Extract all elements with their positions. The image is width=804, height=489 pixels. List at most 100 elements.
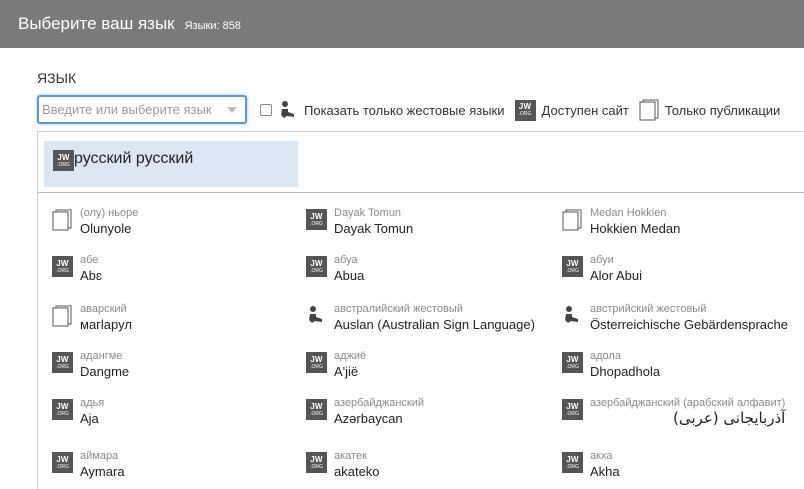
language-item-texts: адья Aja [80,397,104,427]
language-item-icon: JW .ORG [562,397,590,420]
language-item-texts: абуи Alor Abui [590,254,642,284]
language-native-name: адола [590,350,621,362]
language-item[interactable]: JW .ORG абе Abɛ [52,254,102,284]
language-item[interactable]: JW .ORG адья Aja [52,397,104,427]
language-native-name: австрийский жестовый [590,303,707,315]
language-native-name: Medan Hokkien [590,207,667,219]
jw-org-icon: JW .ORG [306,452,327,473]
language-item[interactable]: JW .ORG абуи Alor Abui [562,254,642,284]
language-item-texts: азербайджанский Azərbaycan [334,397,424,427]
language-item-icon [562,207,590,236]
language-name: Azərbaycan [334,411,403,426]
jw-org-icon: JW .ORG [306,209,327,230]
language-name: Aja [80,411,99,426]
language-item[interactable]: JW .ORG Dayak Tomun Dayak Tomun [306,207,413,237]
language-item-texts: адангме Dangme [80,350,129,380]
language-item-icon: JW .ORG [306,350,334,373]
language-item[interactable]: JW .ORG акха Akha [562,450,620,480]
language-item[interactable]: JW .ORG абуа Abua [306,254,364,284]
language-native-name: аварский [80,303,127,315]
sign-language-icon [281,101,294,118]
jw-org-icon: JW .ORG [52,352,73,373]
jw-org-icon: JW .ORG [306,399,327,420]
language-item-icon: JW .ORG [52,254,80,277]
language-native-name: адангме [80,350,123,362]
publication-icon [52,209,72,231]
language-item-texts: акха Akha [590,450,620,480]
selected-name: русский [135,150,194,167]
language-native-name: австралийский жестовый [334,303,463,315]
language-search-input[interactable] [39,102,225,117]
sign-language-icon [565,306,578,323]
filter-sign-only[interactable]: Показать только жестовые языки [260,100,505,120]
language-item-icon: JW .ORG [52,350,80,373]
language-item-icon [306,303,334,330]
language-name: Abɛ [80,268,102,283]
language-label: ЯЗЫК [37,70,77,86]
language-name: A'jië [334,364,359,379]
language-item[interactable]: австралийский жестовый Auslan (Australian… [306,303,535,333]
jw-org-icon: JW .ORG [562,452,583,473]
language-item-icon [562,303,590,330]
language-item[interactable]: JW .ORG аймара Aymara [52,450,125,480]
language-item-texts: австралийский жестовый Auslan (Australian… [334,303,535,333]
language-item-texts: абуа Abua [334,254,364,284]
publication-icon [52,305,72,327]
sign-only-label: Показать только жестовые языки [304,102,505,118]
sign-language-icon [309,306,322,323]
language-item-texts: Dayak Tomun Dayak Tomun [334,207,413,237]
language-item[interactable]: Medan Hokkien Hokkien Medan [562,207,680,237]
jw-org-icon: JW .ORG [53,150,74,171]
language-item[interactable]: аварский магӏарул [52,303,132,333]
page-header: Выберите ваш язык Языки: 858 [0,0,804,48]
language-search-combobox[interactable] [37,95,247,124]
language-item[interactable]: JW .ORG акатек akateko [306,450,380,480]
language-item[interactable]: JW .ORG адангме Dangme [52,350,129,380]
language-native-name: абуи [590,254,614,266]
language-list[interactable]: JW .ORG русский русский (олу) ньоре Olunyo… [37,131,804,489]
language-native-name: акха [590,450,613,462]
filter-site-available[interactable]: JW .ORG Доступен сайт [514,99,629,121]
jw-org-icon: JW .ORG [514,99,536,121]
language-native-name: Dayak Tomun [334,207,402,219]
language-name: Aymara [80,464,125,479]
language-item-icon [52,303,80,332]
chevron-down-icon[interactable] [227,106,237,113]
language-item-icon: JW .ORG [52,397,80,420]
jw-org-icon: JW .ORG [562,399,583,420]
language-item-icon [52,207,80,236]
language-item-texts: Medan Hokkien Hokkien Medan [590,207,680,237]
language-name: Hokkien Medan [590,221,681,236]
language-item-icon: JW .ORG [306,254,334,277]
language-native-name: абе [80,254,99,266]
language-count: Языки: 858 [184,19,241,32]
language-item-texts: акатек akateko [334,450,380,480]
language-item-texts: аварский магӏарул [80,303,132,333]
selected-language[interactable]: JW .ORG русский русский [44,141,298,187]
language-item[interactable]: австрийский жестовый Österreichische Gebä… [562,303,788,333]
language-name: akateko [334,464,380,479]
language-name: магӏарул [80,317,132,332]
language-item-icon: JW .ORG [52,450,80,473]
list-divider [38,192,804,193]
language-item[interactable]: JW .ORG азербайджанский Azərbaycan [306,397,424,427]
site-available-label: Доступен сайт [541,102,629,118]
language-native-name: аджиё [334,350,367,362]
language-name: Alor Abui [590,268,643,283]
language-item-icon: JW .ORG [562,350,590,373]
language-native-name: азербайджанский [334,397,425,409]
language-item[interactable]: JW .ORG адола Dhopadhola [562,350,660,380]
language-item[interactable]: JW .ORG аджиё A'jië [306,350,366,380]
language-native-name: адья [80,397,105,409]
language-item[interactable]: (олу) ньоре Olunyole [52,207,138,237]
language-name: Olunyole [80,221,132,236]
language-item-texts: (олу) ньоре Olunyole [80,207,138,237]
filter-publications-only[interactable]: Только публикации [639,99,780,121]
language-item[interactable]: JW .ORG азербайджанский (арабский алфавит)… [562,397,785,427]
language-name: Abua [334,268,365,283]
selected-native-name: русский [74,150,132,167]
selected-icon-wrap: JW .ORG [53,150,74,171]
sign-only-checkbox[interactable] [260,104,272,116]
language-name: Dangme [80,364,130,379]
language-name: Auslan (Australian Sign Language) [334,317,535,332]
